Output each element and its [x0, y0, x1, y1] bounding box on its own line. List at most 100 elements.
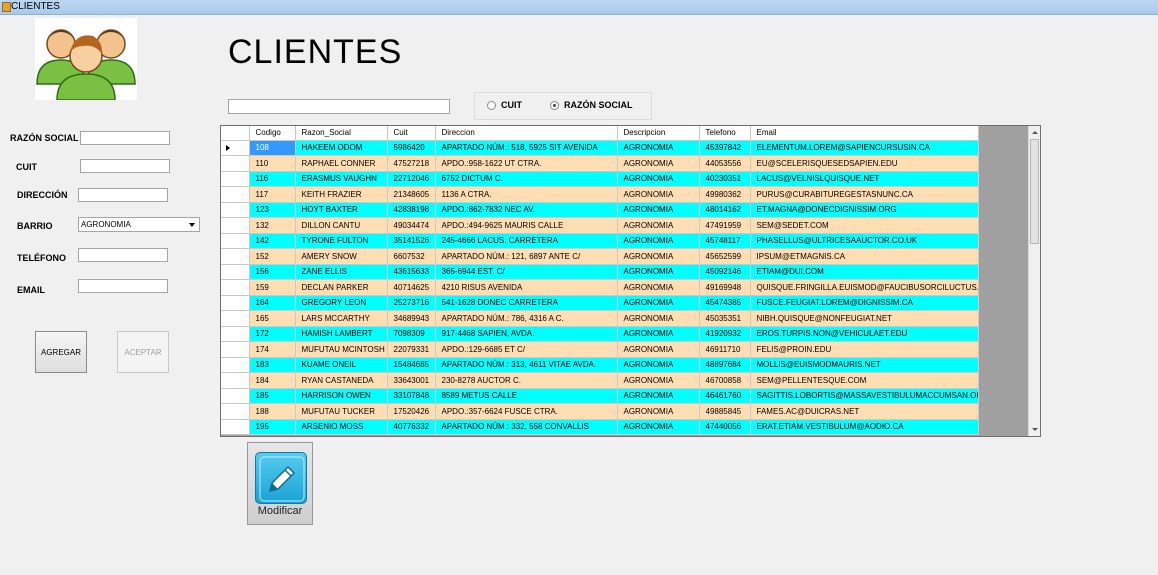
- cell-razon-social[interactable]: KUAME ONEIL: [295, 357, 388, 373]
- cell-direccion[interactable]: APARTADO NÚM.: 313, 4611 VITAE AVDA.: [435, 357, 618, 373]
- cell-razon-social[interactable]: MUFUTAU MCINTOSH: [295, 341, 388, 358]
- cell-direccion[interactable]: 230-8278 AUCTOR C.: [435, 372, 618, 389]
- cell-descripcion[interactable]: AGRONOMIA: [617, 279, 700, 296]
- row-header[interactable]: [221, 341, 250, 358]
- cell-email[interactable]: FAMES.AC@DUICRAS.NET: [750, 403, 979, 420]
- cell-direccion[interactable]: APARTADO NÚM.: 121, 6897 ANTE C/: [435, 248, 618, 265]
- aceptar-button[interactable]: ACEPTAR: [117, 331, 169, 373]
- cell-codigo[interactable]: 174: [249, 341, 296, 358]
- cell-telefono[interactable]: 48014162: [699, 202, 751, 218]
- cell-cuit[interactable]: 40714625: [387, 279, 436, 296]
- table-row[interactable]: 117 KEITH FRAZIER 21348605 1136 A CTRA. AGRO…: [221, 186, 979, 203]
- search-input[interactable]: [228, 99, 450, 114]
- cell-telefono[interactable]: 44053556: [699, 155, 751, 172]
- table-row[interactable]: 123 HOYT BAXTER 42838198 APDO.:862-7832 NEC…: [221, 202, 979, 218]
- cell-telefono[interactable]: 46461760: [699, 388, 751, 404]
- cell-direccion[interactable]: 6752 DICTUM C.: [435, 171, 618, 187]
- cuit-input[interactable]: [80, 159, 170, 173]
- cell-cuit[interactable]: 33643001: [387, 372, 436, 389]
- cell-razon-social[interactable]: MUFUTAU TUCKER: [295, 403, 388, 420]
- table-row[interactable]: 185 HARRISON OWEN 33107848 8589 METUS CALLE…: [221, 388, 979, 404]
- cell-email[interactable]: ET.MAGNA@DONECDIGNISSIM.ORG: [750, 202, 979, 218]
- cell-cuit[interactable]: 22712046: [387, 171, 436, 187]
- cell-descripcion[interactable]: AGRONOMIA: [617, 419, 700, 435]
- table-row[interactable]: 184 RYAN CASTANEDA 33643001 230-8278 AUCTOR…: [221, 372, 979, 389]
- cell-codigo[interactable]: 123: [249, 202, 296, 218]
- radio-razon-social[interactable]: RAZÓN SOCIAL: [550, 100, 633, 110]
- cell-telefono[interactable]: 49980362: [699, 186, 751, 203]
- cell-razon-social[interactable]: ZANE ELLIS: [295, 264, 388, 280]
- cell-email[interactable]: ETIAM@DUI.COM: [750, 264, 979, 280]
- cell-razon-social[interactable]: DILLON CANTU: [295, 217, 388, 234]
- barrio-select[interactable]: AGRONOMIA: [78, 217, 200, 232]
- table-row[interactable]: 165 LARS MCCARTHY 34689943 APARTADO NÚM.: 7…: [221, 310, 979, 327]
- cell-telefono[interactable]: 45092146: [699, 264, 751, 280]
- cell-codigo[interactable]: 156: [249, 264, 296, 280]
- table-row[interactable]: 174 MUFUTAU MCINTOSH 22079331 APDO.:129-668…: [221, 341, 979, 358]
- row-header[interactable]: [221, 264, 250, 280]
- table-row[interactable]: 132 DILLON CANTU 49034474 APDO.:494-9625 MA…: [221, 217, 979, 234]
- scroll-up-icon[interactable]: [1032, 131, 1038, 134]
- cell-direccion[interactable]: APDO.:494-9625 MAURIS CALLE: [435, 217, 618, 234]
- cell-cuit[interactable]: 40776332: [387, 419, 436, 435]
- cell-telefono[interactable]: 45748117: [699, 233, 751, 249]
- cell-telefono[interactable]: 45652599: [699, 248, 751, 265]
- row-header[interactable]: [221, 140, 250, 156]
- cell-razon-social[interactable]: AMERY SNOW: [295, 248, 388, 265]
- cell-razon-social[interactable]: ARSENIO MOSS: [295, 419, 388, 435]
- cell-email[interactable]: SEM@SEDET.COM: [750, 217, 979, 234]
- cell-codigo[interactable]: 183: [249, 357, 296, 373]
- row-header[interactable]: [221, 372, 250, 389]
- cell-direccion[interactable]: APARTADO NÚM.: 786, 4316 A C.: [435, 310, 618, 327]
- cell-direccion[interactable]: 4210 RISUS AVENIDA: [435, 279, 618, 296]
- cell-codigo[interactable]: 188: [249, 403, 296, 420]
- cell-descripcion[interactable]: AGRONOMIA: [617, 326, 700, 342]
- direccion-input[interactable]: [78, 188, 168, 202]
- row-header[interactable]: [221, 403, 250, 420]
- cell-telefono[interactable]: 46700858: [699, 372, 751, 389]
- col-header-descripcion[interactable]: Descripcion: [617, 126, 700, 141]
- cell-razon-social[interactable]: HARRISON OWEN: [295, 388, 388, 404]
- email-input[interactable]: [78, 279, 168, 293]
- cell-descripcion[interactable]: AGRONOMIA: [617, 233, 700, 249]
- table-row[interactable]: 159 DECLAN PARKER 40714625 4210 RISUS AVENI…: [221, 279, 979, 296]
- table-row[interactable]: 188 MUFUTAU TUCKER 17520426 APDO.:357-6624 …: [221, 403, 979, 420]
- chevron-down-icon[interactable]: [189, 223, 195, 227]
- table-row[interactable]: 142 TYRONE FULTON 35141526 245-4666 LACUS. …: [221, 233, 979, 249]
- cell-descripcion[interactable]: AGRONOMIA: [617, 202, 700, 218]
- cell-descripcion[interactable]: AGRONOMIA: [617, 155, 700, 172]
- cell-cuit[interactable]: 47527218: [387, 155, 436, 172]
- cell-descripcion[interactable]: AGRONOMIA: [617, 264, 700, 280]
- cell-codigo[interactable]: 116: [249, 171, 296, 187]
- cell-razon-social[interactable]: TYRONE FULTON: [295, 233, 388, 249]
- cell-telefono[interactable]: 46911710: [699, 341, 751, 358]
- cell-descripcion[interactable]: AGRONOMIA: [617, 357, 700, 373]
- cell-telefono[interactable]: 49169948: [699, 279, 751, 296]
- cell-cuit[interactable]: 17520426: [387, 403, 436, 420]
- cell-razon-social[interactable]: GREGORY LEON: [295, 295, 388, 311]
- scroll-down-icon[interactable]: [1032, 428, 1038, 431]
- cell-razon-social[interactable]: DECLAN PARKER: [295, 279, 388, 296]
- cell-email[interactable]: EU@SCELERISQUESEDSAPIEN.EDU: [750, 155, 979, 172]
- cell-telefono[interactable]: 47440056: [699, 419, 751, 435]
- cell-cuit[interactable]: 6607532: [387, 248, 436, 265]
- row-header[interactable]: [221, 248, 250, 265]
- cell-email[interactable]: SAGITTIS.LOBORTIS@MASSAVESTIBULUMACCUMSA…: [750, 388, 979, 404]
- razon-social-input[interactable]: [80, 131, 170, 145]
- cell-codigo[interactable]: 117: [249, 186, 296, 203]
- cell-telefono[interactable]: 47491959: [699, 217, 751, 234]
- cell-razon-social[interactable]: ERASMUS VAUGHN: [295, 171, 388, 187]
- cell-descripcion[interactable]: AGRONOMIA: [617, 248, 700, 265]
- cell-descripcion[interactable]: AGRONOMIA: [617, 341, 700, 358]
- cell-codigo[interactable]: 165: [249, 310, 296, 327]
- cell-razon-social[interactable]: HOYT BAXTER: [295, 202, 388, 218]
- cell-codigo[interactable]: 195: [249, 419, 296, 435]
- cell-email[interactable]: EROS.TURPIS.NON@VEHICULAET.EDU: [750, 326, 979, 342]
- col-header-codigo[interactable]: Codigo: [249, 126, 296, 141]
- table-row[interactable]: 108 HAKEEM ODOM 5986420 APARTADO NÚM.: 518,…: [221, 140, 979, 156]
- row-header[interactable]: [221, 388, 250, 404]
- table-row[interactable]: 172 HAMISH LAMBERT 7098309 917-4468 SAPIEN,…: [221, 326, 979, 342]
- cell-direccion[interactable]: APDO.:129-6685 ET C/: [435, 341, 618, 358]
- cell-cuit[interactable]: 43615633: [387, 264, 436, 280]
- cell-direccion[interactable]: APDO.:862-7832 NEC AV.: [435, 202, 618, 218]
